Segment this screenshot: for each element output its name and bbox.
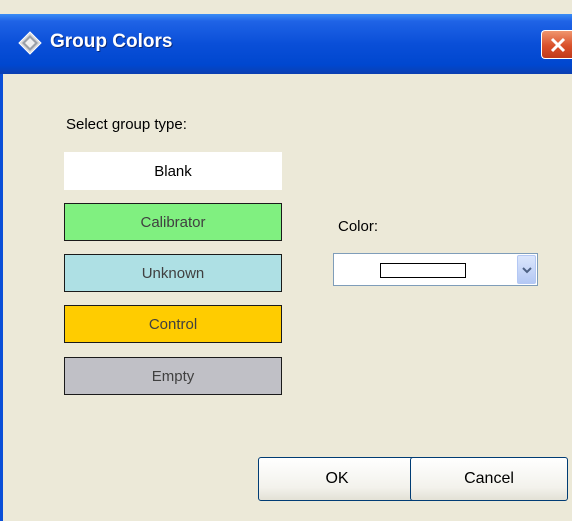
select-group-type-label: Select group type: <box>66 116 187 133</box>
dropdown-button[interactable] <box>517 255 536 284</box>
ok-button[interactable]: OK <box>258 457 416 501</box>
close-icon <box>550 37 566 53</box>
window-title: Group Colors <box>50 31 173 52</box>
group-colors-dialog: Group Colors Select group type: Blank Ca… <box>0 0 572 521</box>
chevron-down-icon <box>522 267 532 274</box>
app-icon <box>18 31 42 55</box>
color-swatch <box>380 263 466 278</box>
title-bar[interactable]: Group Colors <box>0 14 572 74</box>
group-empty-button[interactable]: Empty <box>64 357 282 395</box>
close-button[interactable] <box>541 30 572 59</box>
group-calibrator-button[interactable]: Calibrator <box>64 203 282 241</box>
group-control-button[interactable]: Control <box>64 305 282 343</box>
cancel-button[interactable]: Cancel <box>410 457 568 501</box>
color-label: Color: <box>338 218 379 235</box>
color-dropdown[interactable] <box>333 253 538 286</box>
group-unknown-button[interactable]: Unknown <box>64 254 282 292</box>
window-frame <box>0 74 3 521</box>
group-blank-button[interactable]: Blank <box>64 152 282 190</box>
